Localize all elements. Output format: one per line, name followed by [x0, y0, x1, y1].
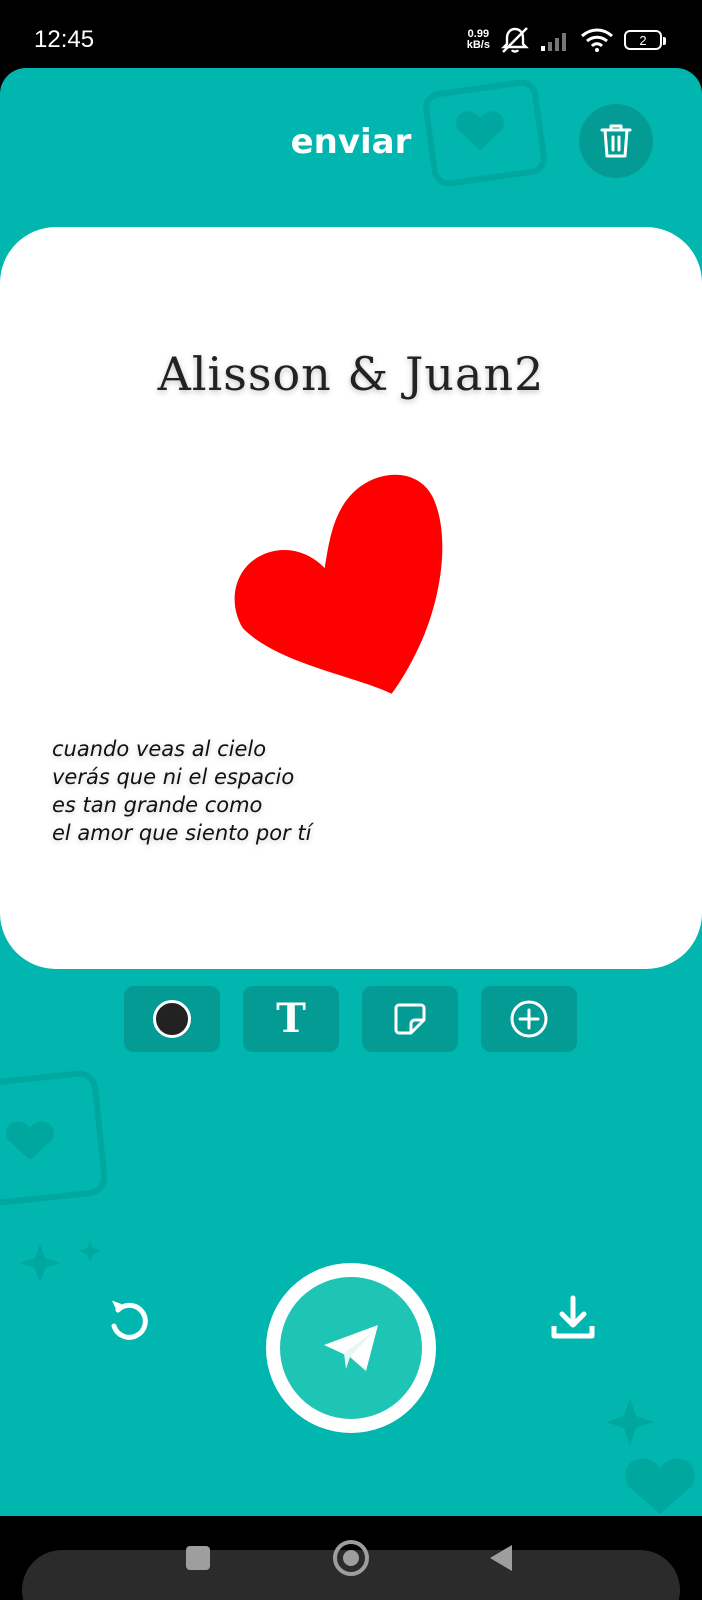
decorative-heart-icon: [0, 1070, 108, 1206]
status-bar: 12:45 0.99 kB/s 2: [0, 0, 702, 68]
battery-icon: 2: [624, 30, 666, 50]
system-nav-bar: [0, 1516, 702, 1600]
app-screen: enviar Alisson & Juan2 cuando veas al ci…: [0, 68, 702, 1516]
network-speed: 0.99 kB/s: [467, 29, 490, 51]
poem-line: el amor que siento por tí: [52, 821, 312, 845]
decorative-sparkle-icon: [20, 1240, 101, 1283]
back-button[interactable]: [490, 1545, 512, 1571]
add-tool-button[interactable]: [481, 986, 577, 1052]
network-speed-unit: kB/s: [466, 39, 490, 51]
card-poem[interactable]: cuando veas al cielo verás que ni el esp…: [52, 735, 311, 847]
status-icons: 0.99 kB/s 2: [467, 26, 666, 54]
send-icon: [324, 1325, 378, 1371]
download-icon[interactable]: [548, 1294, 598, 1344]
recents-button[interactable]: [186, 1546, 210, 1570]
tool-bar: T: [124, 986, 577, 1052]
mute-icon: [501, 27, 529, 53]
heart-icon[interactable]: [232, 471, 452, 701]
wifi-icon: [581, 28, 613, 52]
signal-icon: [541, 33, 566, 51]
color-tool-button[interactable]: [124, 986, 220, 1052]
card-title[interactable]: Alisson & Juan2: [0, 347, 702, 401]
trash-icon: [600, 124, 632, 158]
send-button[interactable]: [266, 1263, 436, 1433]
poem-line: verás que ni el espacio: [52, 765, 295, 789]
sticker-icon: [394, 1003, 426, 1035]
poem-line: es tan grande como: [52, 793, 263, 817]
message-card[interactable]: Alisson & Juan2 cuando veas al cielo ver…: [0, 227, 702, 969]
plus-circle-icon: [510, 1000, 548, 1038]
sticker-tool-button[interactable]: [362, 986, 458, 1052]
decorative-heart-icon: [606, 1398, 695, 1514]
color-dot-icon: [153, 1000, 191, 1038]
undo-icon[interactable]: [104, 1296, 152, 1344]
home-button[interactable]: [333, 1540, 369, 1576]
text-icon: T: [276, 995, 306, 1042]
delete-button[interactable]: [579, 104, 653, 178]
status-time: 12:45: [34, 26, 95, 53]
text-tool-button[interactable]: T: [243, 986, 339, 1052]
poem-line: cuando veas al cielo: [52, 737, 267, 761]
